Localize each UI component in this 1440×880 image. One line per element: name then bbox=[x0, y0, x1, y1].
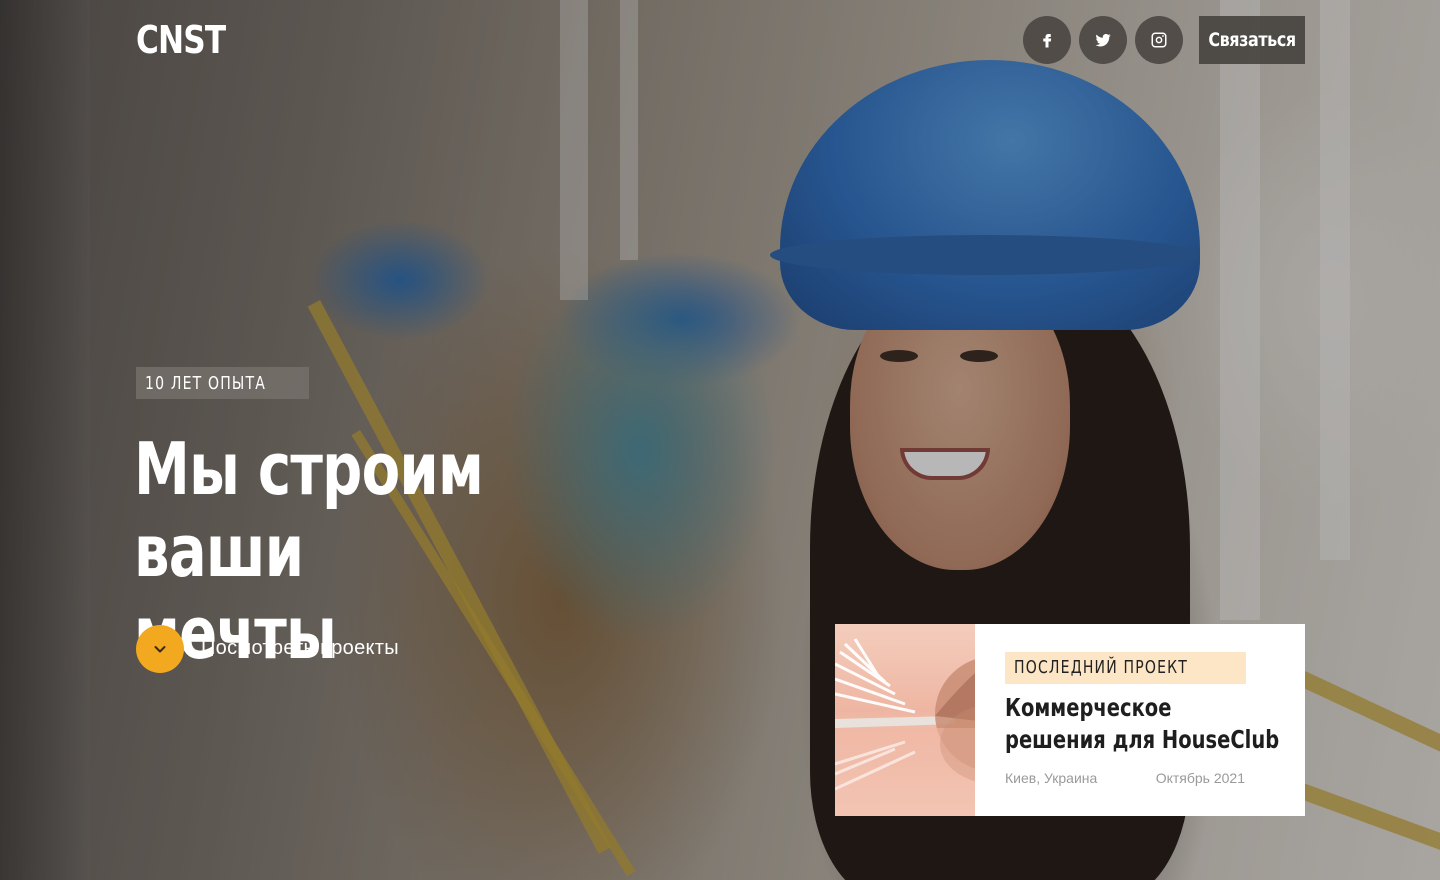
facebook-button[interactable] bbox=[1023, 16, 1071, 64]
logo[interactable]: CNST bbox=[136, 18, 226, 62]
instagram-button[interactable] bbox=[1135, 16, 1183, 64]
project-thumbnail bbox=[835, 624, 975, 816]
chevron-down-icon bbox=[154, 646, 166, 653]
project-tag: ПОСЛЕДНИЙ ПРОЕКТ bbox=[1005, 652, 1247, 684]
latest-project-card[interactable]: ПОСЛЕДНИЙ ПРОЕКТ Коммерческое решения дл… bbox=[835, 624, 1305, 816]
twitter-button[interactable] bbox=[1079, 16, 1127, 64]
instagram-icon bbox=[1151, 32, 1167, 48]
experience-badge: 10 ЛЕТ ОПЫТА bbox=[136, 367, 310, 399]
project-title[interactable]: Коммерческое решения для HouseClub bbox=[1005, 692, 1305, 756]
contact-button[interactable]: Связаться bbox=[1199, 16, 1305, 64]
view-projects-button[interactable] bbox=[136, 625, 184, 673]
view-projects-link[interactable]: Посмотреть проекты bbox=[201, 637, 399, 660]
facebook-icon bbox=[1043, 34, 1052, 48]
twitter-icon bbox=[1095, 33, 1111, 47]
project-location: Киев, Украина bbox=[1005, 770, 1098, 786]
project-date: Октябрь 2021 bbox=[1155, 770, 1245, 786]
